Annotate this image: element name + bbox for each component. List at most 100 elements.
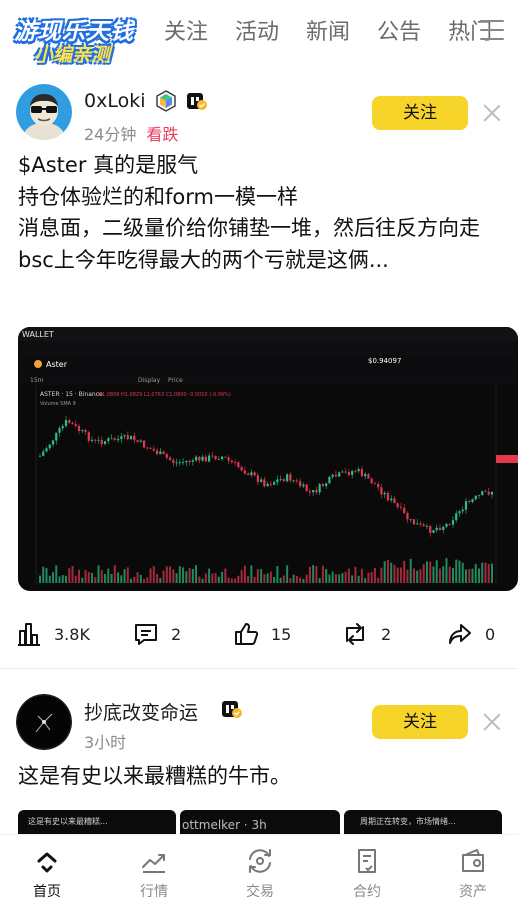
follow-button[interactable]: 关注 xyxy=(372,705,468,739)
candle-body xyxy=(136,440,139,442)
candle-body xyxy=(207,455,211,462)
candles xyxy=(38,415,494,537)
volume-bar xyxy=(477,568,480,583)
candle-body xyxy=(204,456,207,462)
volume-bar xyxy=(396,567,399,583)
share-count: 0 xyxy=(485,624,496,644)
candle-body xyxy=(211,455,214,457)
volume-bar xyxy=(204,573,207,583)
share-button[interactable]: 0 xyxy=(447,615,495,653)
nav-market[interactable]: 行情 xyxy=(114,847,194,901)
volume-bar xyxy=(445,558,448,583)
volume-bar xyxy=(347,568,350,583)
avatar[interactable] xyxy=(16,694,72,750)
candle-body xyxy=(74,424,77,426)
candle-body xyxy=(103,441,107,445)
volume-bar xyxy=(149,568,152,583)
volume-bar xyxy=(383,561,386,583)
candle-body xyxy=(253,472,256,476)
volume-bar xyxy=(201,578,204,583)
volume-bar xyxy=(334,574,337,583)
nav-assets[interactable]: 资产 xyxy=(433,847,513,901)
bottom-nav: 首页 行情 交易 合约 资产 xyxy=(0,834,518,904)
volume-bar xyxy=(331,571,334,583)
comment-button[interactable]: 2 xyxy=(133,615,181,653)
candle-body xyxy=(273,482,276,485)
post-text[interactable]: $Aster 真的是服气 持仓体验烂的和form一模一样 消息面，二级量价给你铺… xyxy=(18,150,502,276)
candle-body xyxy=(129,435,133,440)
volume-bar xyxy=(312,565,315,583)
candle-body xyxy=(194,456,198,461)
comment-count: 2 xyxy=(171,624,182,644)
volume-bar xyxy=(409,558,412,583)
candle-body xyxy=(351,471,354,476)
nav-label: 交易 xyxy=(246,884,274,900)
thumb-text: 这是有史以来最糟糕... xyxy=(28,817,108,826)
author-name[interactable]: 抄底改变命运 xyxy=(84,698,198,725)
repost-icon xyxy=(346,623,364,645)
wallet-icon xyxy=(462,849,484,872)
post-line: 消息面，二级量价给你铺垫一堆，然后往反方向走 xyxy=(18,216,480,240)
candle-body xyxy=(237,462,240,468)
volume-bar xyxy=(221,571,224,583)
nav-trade[interactable]: 交易 xyxy=(220,847,300,901)
author-name[interactable]: 0xLoki xyxy=(84,90,146,112)
contract-icon xyxy=(358,849,376,873)
volume-bar xyxy=(266,573,269,583)
candle-body xyxy=(266,483,269,487)
volume-bar xyxy=(377,577,380,583)
candle-body xyxy=(224,456,227,458)
volume-bar xyxy=(276,566,279,583)
candle-body xyxy=(331,474,334,477)
views-stat[interactable]: 3.8K xyxy=(16,615,90,653)
volume-bar xyxy=(435,560,438,583)
candle-body xyxy=(240,467,243,471)
volume-bar xyxy=(432,566,435,583)
volume-bar xyxy=(94,577,97,583)
nav-home[interactable]: 首页 xyxy=(7,847,87,901)
candle-body xyxy=(90,439,94,441)
candle-body xyxy=(318,484,321,493)
candle-body xyxy=(120,436,123,439)
volume-bar xyxy=(386,559,389,583)
follow-button[interactable]: 关注 xyxy=(372,96,468,130)
post-image[interactable]: WALLET Aster $0.94097 15m Display Price … xyxy=(18,327,518,591)
repost-button[interactable]: 2 xyxy=(341,615,391,653)
post-card[interactable]: 0xLoki 24分钟 看跌 关注 $Aster 真的是服气 持仓体验烂的和for… xyxy=(0,0,518,668)
post-line: bsc上今年吃得最大的两个亏就是这俩... xyxy=(18,247,389,272)
candle-body xyxy=(468,501,471,503)
candle-body xyxy=(471,499,474,503)
volume-bar xyxy=(429,561,432,583)
candle-body xyxy=(162,451,165,455)
candle-body xyxy=(279,479,282,480)
volume-bar xyxy=(455,559,458,583)
volume-bar xyxy=(91,572,94,583)
like-button[interactable]: 15 xyxy=(233,615,291,653)
volume-bar xyxy=(58,576,61,583)
volume-bar xyxy=(253,576,256,583)
candle-body xyxy=(250,472,253,476)
post-time: 3小时 xyxy=(84,733,127,752)
volume-bar xyxy=(416,570,419,583)
volume-bar xyxy=(351,575,354,583)
volume-bar xyxy=(191,568,194,583)
post-meta: 3小时 xyxy=(84,729,126,753)
repost-count: 2 xyxy=(381,624,392,644)
candle-body xyxy=(438,527,442,530)
volume-bar xyxy=(162,570,165,583)
avatar[interactable] xyxy=(16,84,72,140)
nav-contract[interactable]: 合约 xyxy=(327,847,407,901)
volume-bar xyxy=(123,569,126,583)
candle-body xyxy=(61,426,64,429)
volume-bar xyxy=(152,565,155,583)
chart-timeframe: 15m xyxy=(30,377,44,384)
candle-body xyxy=(490,491,494,495)
candle-body xyxy=(230,460,233,463)
close-icon[interactable] xyxy=(481,711,503,733)
sentiment-tag: 看跌 xyxy=(146,125,179,144)
post-text[interactable]: 这是有史以来最糟糕的牛市。 xyxy=(18,761,502,793)
close-icon[interactable] xyxy=(481,102,503,124)
volume-bar xyxy=(269,571,272,583)
volume-bar xyxy=(370,572,373,583)
volume-bar xyxy=(39,575,41,583)
